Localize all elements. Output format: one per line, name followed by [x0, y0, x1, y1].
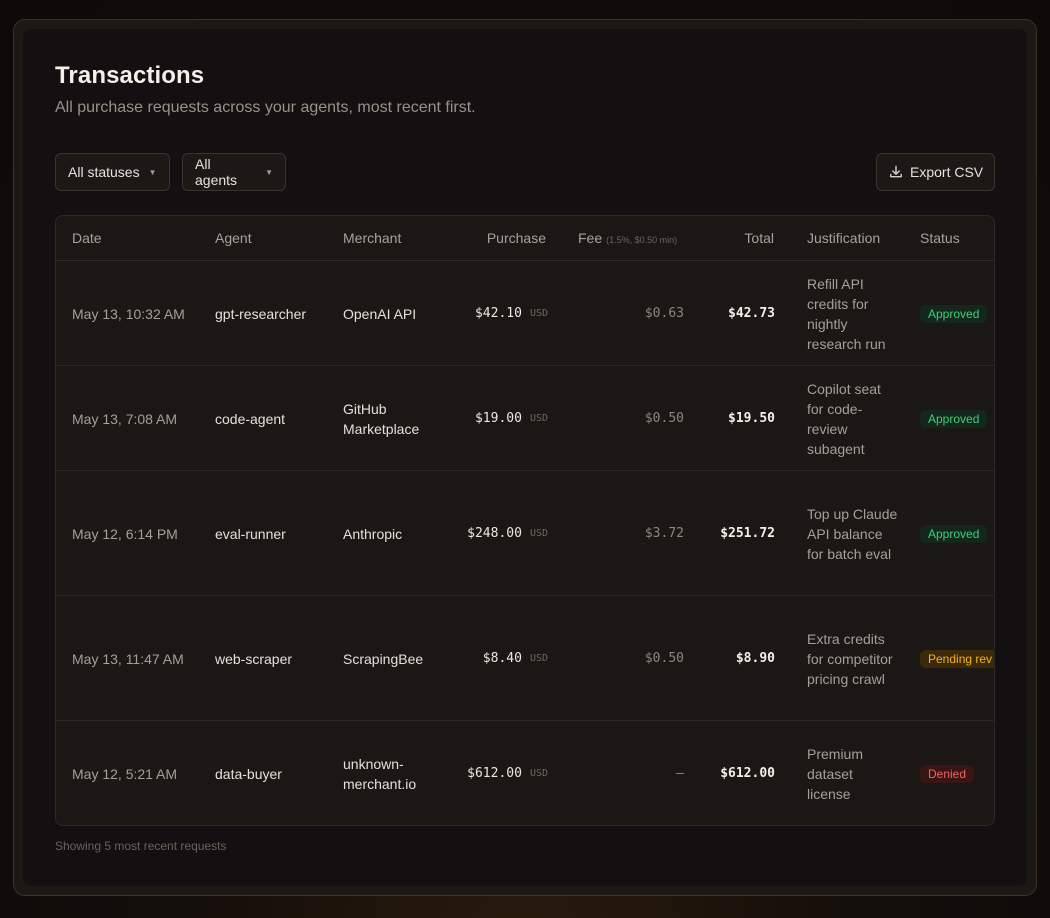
row-merchant: unknown-merchant.io [343, 755, 417, 792]
column-header-purchase[interactable]: Purchase [487, 230, 546, 246]
transactions-table: Date Agent Merchant Purchase Fee (1.5%, $… [55, 215, 995, 826]
row-justification: Top up Claude API balance for batch eval [807, 505, 898, 562]
export-csv-button[interactable]: Export CSV [876, 153, 995, 191]
agent-filter-dropdown[interactable]: All agents ▼ [182, 153, 286, 191]
results-count-note: Showing 5 most recent requests [55, 839, 227, 853]
row-merchant: ScrapingBee [343, 650, 424, 667]
status-filter-label: All statuses [68, 164, 140, 180]
row-purchase: $19.00 USD [475, 366, 548, 471]
status-badge: Approved [920, 409, 988, 428]
row-agent: eval-runner [215, 525, 286, 542]
row-agent: web-scraper [215, 650, 293, 667]
caret-down-icon: ▼ [148, 167, 157, 177]
currency-code: USD [529, 652, 548, 664]
fee-note: (1.5%, $0.50 min) [606, 235, 678, 245]
agent-filter-label: All agents [195, 156, 238, 188]
table-row[interactable]: May 13, 11:47 AM web-scraper ScrapingBee… [56, 596, 994, 721]
purchase-amount: $612.00 [467, 765, 522, 781]
row-justification: Extra credits for competitor pricing cra… [807, 630, 893, 687]
row-date: May 13, 11:47 AM [72, 650, 184, 667]
status-badge: Denied [920, 764, 975, 783]
table-header: Date Agent Merchant Purchase Fee (1.5%, $… [56, 216, 994, 261]
caret-down-icon: ▼ [265, 167, 273, 177]
row-total: $19.50 [728, 410, 775, 426]
row-justification: Refill API credits for nightly research … [807, 275, 886, 352]
row-fee: $0.50 [644, 410, 684, 426]
row-purchase: $42.10 USD [475, 261, 548, 366]
currency-code: USD [529, 767, 548, 779]
page-title: Transactions [55, 62, 205, 89]
row-agent: data-buyer [215, 765, 282, 782]
fee-label: Fee [578, 230, 603, 246]
table-row[interactable]: May 12, 5:21 AM data-buyer unknown-merch… [56, 721, 994, 825]
purchase-amount: $19.00 [474, 410, 522, 426]
row-justification: Premium dataset license [807, 745, 864, 802]
column-header-justification[interactable]: Justification [807, 230, 880, 246]
row-status: Approved [920, 471, 988, 596]
row-fee: $3.72 [644, 525, 684, 541]
row-total: $8.90 [735, 650, 775, 666]
purchase-amount: $42.10 [474, 305, 522, 321]
row-fee: $0.50 [644, 650, 684, 666]
row-date: May 13, 7:08 AM [72, 410, 178, 427]
row-fee: — [676, 765, 684, 781]
status-badge: Approved [920, 304, 988, 323]
column-header-fee[interactable]: Fee (1.5%, $0.50 min) [578, 230, 677, 246]
row-total: $612.00 [720, 765, 775, 781]
column-header-total[interactable]: Total [744, 230, 774, 246]
row-total: $251.72 [720, 525, 775, 541]
row-date: May 12, 5:21 AM [72, 765, 178, 782]
purchase-amount: $248.00 [467, 525, 522, 541]
row-agent: gpt-researcher [215, 305, 307, 322]
currency-code: USD [529, 307, 548, 319]
purchase-amount: $8.40 [482, 650, 522, 666]
column-header-status[interactable]: Status [920, 230, 960, 246]
row-merchant: OpenAI API [343, 305, 417, 322]
row-date: May 13, 10:32 AM [72, 305, 185, 322]
row-purchase: $248.00 USD [467, 471, 548, 596]
row-agent: code-agent [215, 410, 286, 427]
row-purchase: $8.40 USD [483, 596, 548, 721]
row-merchant: Anthropic [343, 525, 403, 542]
column-header-merchant[interactable]: Merchant [343, 230, 401, 246]
row-total: $42.73 [728, 305, 775, 321]
transactions-panel: Transactions All purchase requests acros… [23, 29, 1027, 886]
status-badge: Approved [920, 524, 988, 543]
row-merchant: GitHub Marketplace [343, 400, 420, 437]
currency-code: USD [529, 527, 548, 539]
table-row[interactable]: May 13, 7:08 AM code-agent GitHub Market… [56, 366, 994, 471]
status-badge: Pending rev [920, 649, 994, 668]
row-fee: $0.63 [644, 305, 684, 321]
column-header-date[interactable]: Date [72, 230, 102, 246]
download-icon [890, 165, 902, 178]
table-row[interactable]: May 13, 10:32 AM gpt-researcher OpenAI A… [56, 261, 994, 366]
row-status: Denied [920, 721, 975, 825]
column-header-agent[interactable]: Agent [215, 230, 252, 246]
status-filter-dropdown[interactable]: All statuses ▼ [55, 153, 170, 191]
row-status: Pending rev [920, 596, 994, 721]
row-status: Approved [920, 366, 988, 471]
table-row[interactable]: May 12, 6:14 PM eval-runner Anthropic $2… [56, 471, 994, 596]
row-date: May 12, 6:14 PM [72, 525, 178, 542]
page-subtitle: All purchase requests across your agents… [55, 99, 476, 116]
currency-code: USD [529, 412, 548, 424]
row-justification: Copilot seat for code-review subagent [807, 380, 881, 457]
export-csv-label: Export CSV [910, 164, 984, 180]
row-status: Approved [920, 261, 988, 366]
row-purchase: $612.00 USD [467, 721, 548, 825]
